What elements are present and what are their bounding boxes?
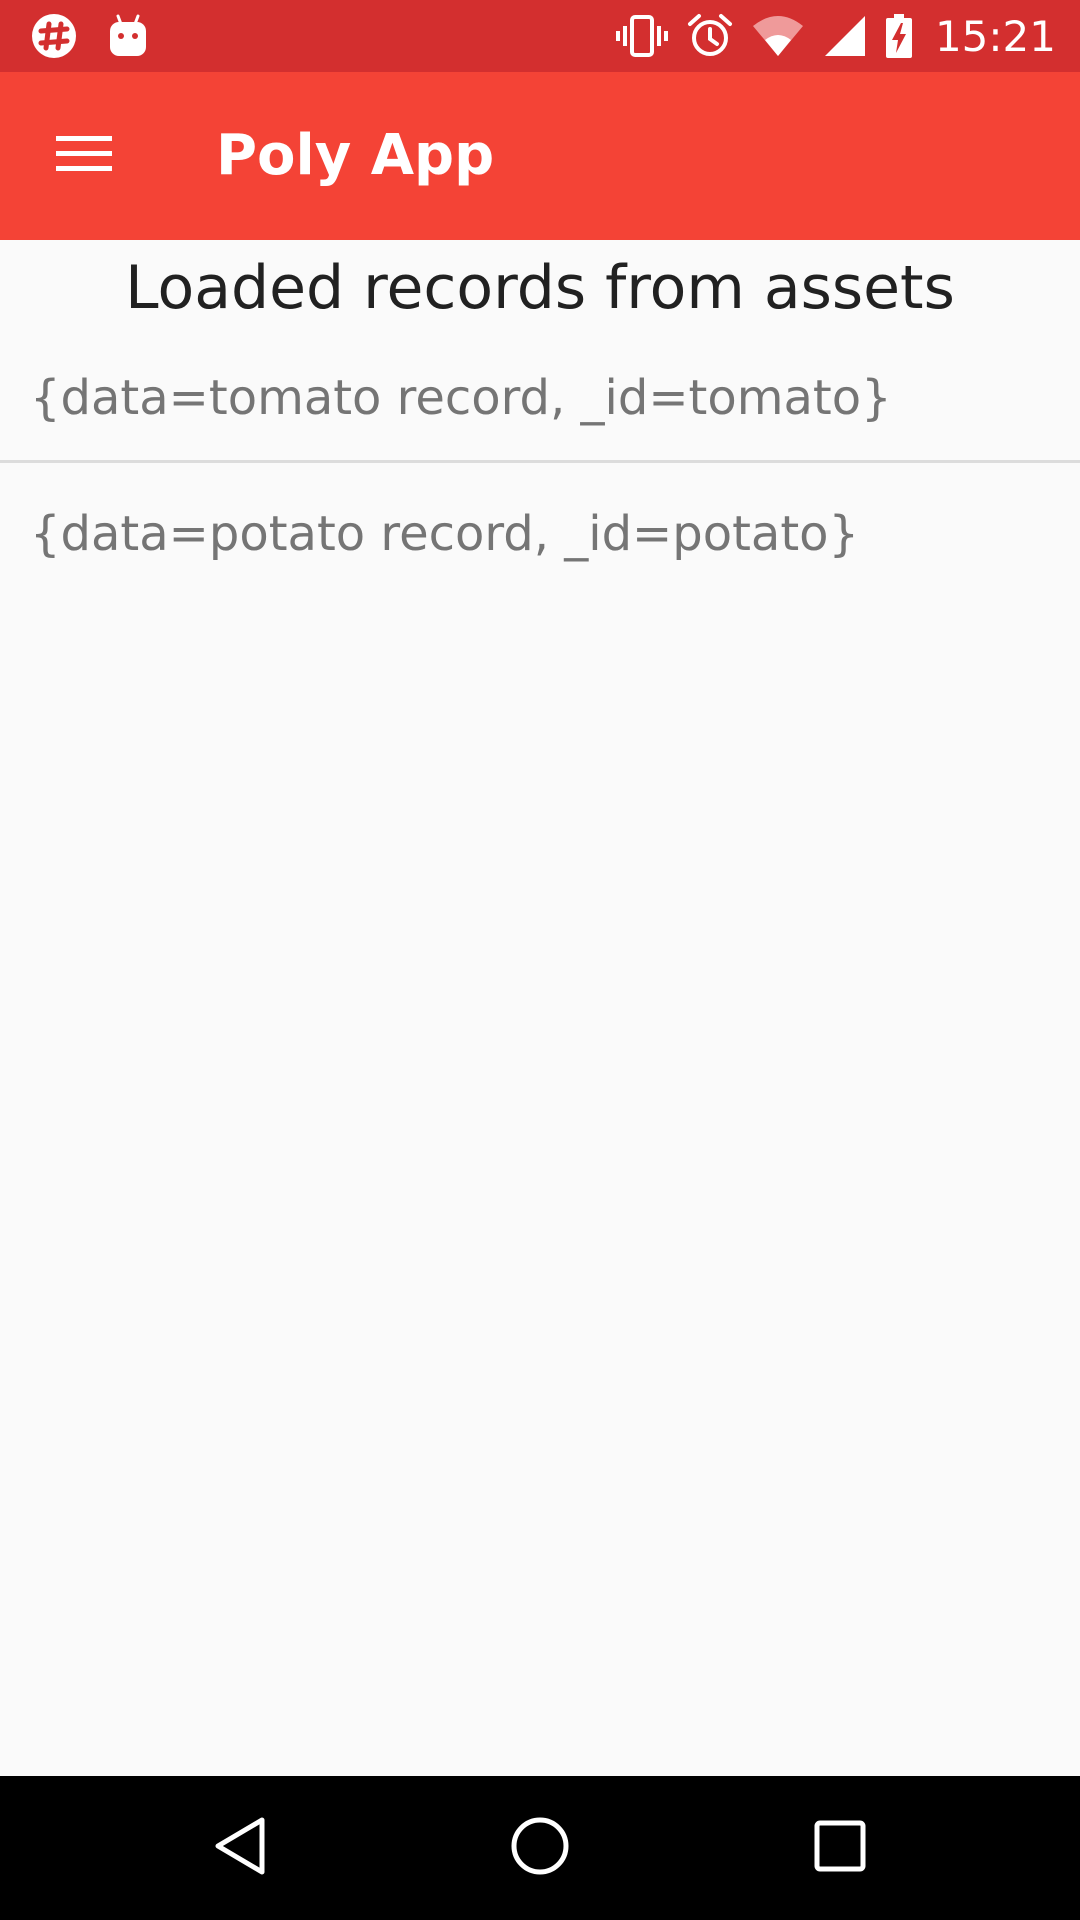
status-bar: 15:21 xyxy=(0,0,1080,72)
wifi-icon xyxy=(751,14,805,58)
menu-button[interactable] xyxy=(28,100,140,212)
recents-icon xyxy=(813,1819,867,1878)
navigation-bar xyxy=(0,1776,1080,1920)
battery-charging-icon xyxy=(885,13,913,59)
system-status-icons: 15:21 xyxy=(615,0,1056,72)
list-item[interactable]: {data=tomato record, _id=tomato} xyxy=(30,368,892,428)
app-title: Poly App xyxy=(216,123,495,188)
hamburger-menu-icon xyxy=(56,134,112,179)
cell-signal-icon xyxy=(823,14,867,58)
divider xyxy=(0,460,1080,463)
recents-button[interactable] xyxy=(790,1798,890,1898)
home-icon xyxy=(510,1816,570,1881)
alarm-icon xyxy=(687,13,733,59)
back-button[interactable] xyxy=(190,1798,290,1898)
app-bar: Poly App xyxy=(0,72,1080,240)
android-debug-icon xyxy=(108,14,148,58)
list-item[interactable]: {data=potato record, _id=potato} xyxy=(30,504,859,564)
slack-icon xyxy=(30,12,78,60)
page-heading: Loaded records from assets xyxy=(125,253,955,323)
back-icon xyxy=(212,1816,268,1881)
vibrate-icon xyxy=(615,14,669,58)
clock: 15:21 xyxy=(934,11,1056,61)
home-button[interactable] xyxy=(490,1798,590,1898)
notification-icons xyxy=(30,0,148,72)
records-list: Loaded records from assets {data=tomato … xyxy=(0,240,1080,1776)
